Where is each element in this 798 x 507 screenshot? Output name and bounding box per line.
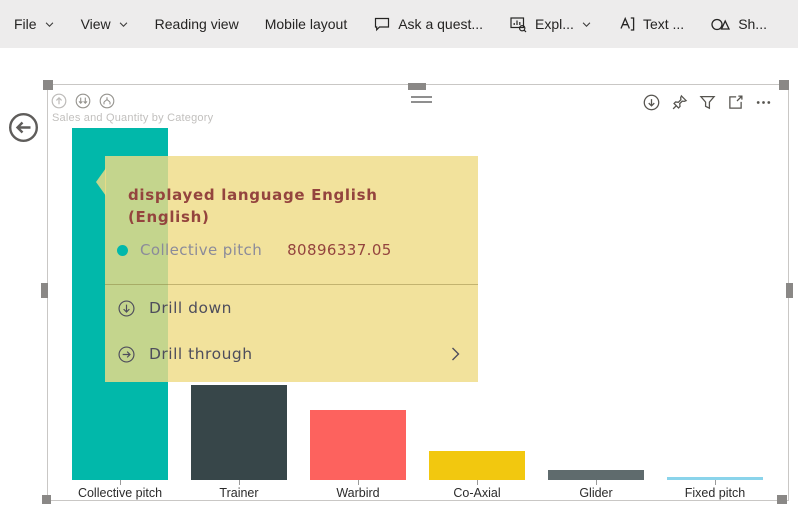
menu-shapes-label: Sh... <box>738 16 767 32</box>
bar-glider[interactable] <box>548 470 644 480</box>
menu-explore[interactable]: Expl... <box>509 15 592 34</box>
tooltip-header: displayed language English (English) <box>128 186 378 226</box>
drag-handle-top-center[interactable] <box>408 83 426 90</box>
resize-handle-top-left[interactable] <box>43 80 53 90</box>
tooltip-series-row: Collective pitch 80896337.05 <box>117 241 478 259</box>
speech-bubble-icon <box>375 17 390 32</box>
resize-handle-right-middle[interactable] <box>786 283 793 298</box>
x-axis-tick <box>358 480 359 485</box>
chevron-down-icon <box>45 21 53 27</box>
tooltip-series-marker <box>117 244 128 256</box>
x-axis-label: Warbird <box>336 486 380 500</box>
menu-text-box[interactable]: Text ... <box>618 15 684 33</box>
bar-warbird[interactable] <box>310 410 406 480</box>
drill-down-action[interactable]: Drill down <box>105 285 478 331</box>
menu-ask-a-question[interactable]: Ask a quest... <box>373 15 483 33</box>
tooltip-series-label: Collective pitch <box>140 241 263 259</box>
chart-tooltip: displayed language English (English) Col… <box>105 156 478 382</box>
menu-text-box-label: Text ... <box>642 16 685 32</box>
menu-file-label: File <box>14 16 37 32</box>
drill-through-label: Drill through <box>149 345 253 363</box>
text-box-icon <box>620 16 635 31</box>
menu-view-label: View <box>80 16 111 32</box>
resize-handle-left-middle[interactable] <box>41 283 48 298</box>
x-axis-label: Glider <box>579 486 613 500</box>
shapes-icon <box>711 18 731 31</box>
app-window: File View Reading view Mobile layout Ask… <box>0 0 798 507</box>
menu-file[interactable]: File <box>14 16 55 32</box>
arrow-down-circle-icon <box>118 299 135 317</box>
chevron-down-icon <box>119 21 127 27</box>
tooltip-series-value: 80896337.05 <box>287 241 392 259</box>
x-axis-tick <box>120 480 121 485</box>
bar-trainer[interactable] <box>191 385 287 480</box>
top-menu-bar: File View Reading view Mobile layout Ask… <box>0 0 798 48</box>
chevron-right-icon <box>452 347 460 361</box>
x-axis-tick <box>477 480 478 485</box>
chevron-down-icon <box>582 21 591 27</box>
menu-mobile-layout[interactable]: Mobile layout <box>265 16 348 32</box>
menu-reading-view[interactable]: Reading view <box>155 16 239 32</box>
menu-ask-a-question-label: Ask a quest... <box>398 16 484 32</box>
x-axis-tick <box>239 480 240 485</box>
arrow-right-circle-icon <box>118 345 135 363</box>
tooltip-actions: Drill down Drill through <box>105 285 478 377</box>
menu-reading-view-label: Reading view <box>154 16 239 32</box>
x-axis-tick <box>596 480 597 485</box>
resize-handle-bottom-left[interactable] <box>42 495 51 504</box>
menu-view[interactable]: View <box>81 16 129 32</box>
resize-handle-top-right[interactable] <box>779 80 789 90</box>
x-axis-label: Trainer <box>219 486 259 500</box>
menu-mobile-layout-label: Mobile layout <box>264 16 348 32</box>
x-axis-label: Co-Axial <box>453 486 501 500</box>
explore-icon <box>510 16 527 32</box>
x-axis-tick <box>715 480 716 485</box>
menu-explore-label: Expl... <box>535 16 574 32</box>
x-axis-label: Collective pitch <box>77 486 163 500</box>
menu-shapes[interactable]: Sh... <box>710 15 767 33</box>
drill-through-action[interactable]: Drill through <box>105 331 478 377</box>
resize-handle-bottom-right[interactable] <box>777 495 787 504</box>
bar-co-axial[interactable] <box>429 451 525 480</box>
arrow-left-circle-icon <box>8 112 39 143</box>
x-axis-label: Fixed pitch <box>684 486 746 500</box>
drill-down-label: Drill down <box>149 299 232 317</box>
back-button[interactable] <box>8 112 39 143</box>
